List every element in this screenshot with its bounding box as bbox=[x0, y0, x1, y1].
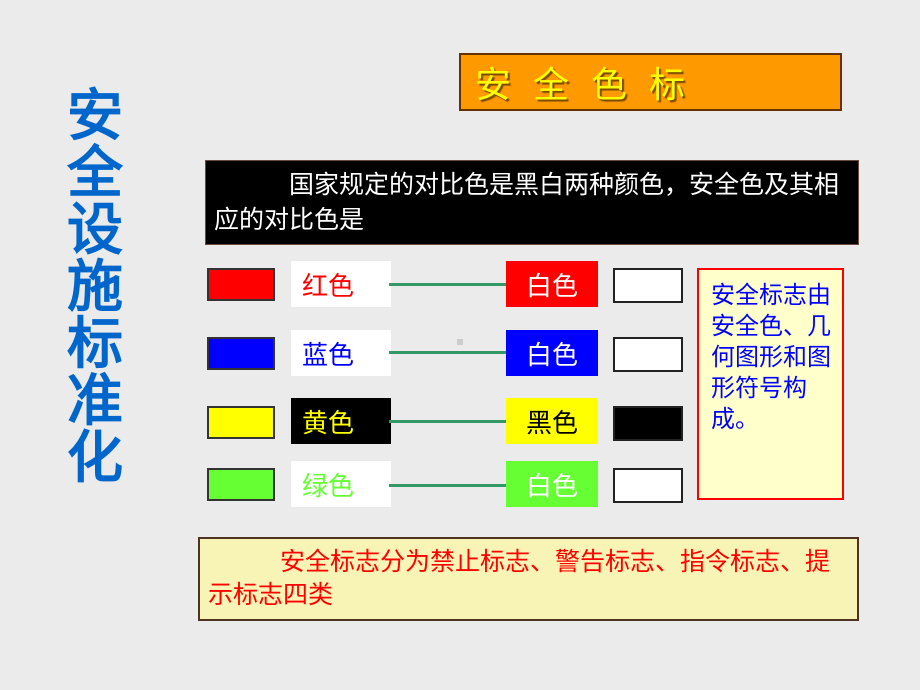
vertical-title-char: 设 bbox=[67, 198, 123, 263]
bottom-text-box: 安全标志分为禁止标志、警告标志、指令标志、提示标志四类 bbox=[198, 537, 859, 621]
safety-color-swatch bbox=[207, 406, 275, 439]
connector-line bbox=[389, 351, 506, 354]
safety-color-label: 蓝色 bbox=[291, 330, 391, 376]
intro-text-box: 国家规定的对比色是黑白两种颜色，安全色及其相应的对比色是 bbox=[205, 160, 859, 245]
contrast-color-label: 黑色 bbox=[506, 398, 598, 444]
connector-line bbox=[389, 283, 506, 286]
safety-color-label: 绿色 bbox=[291, 461, 391, 507]
vertical-title-char: 全 bbox=[67, 141, 123, 206]
contrast-color-swatch bbox=[613, 468, 683, 503]
slide-title-box: 安全色标 bbox=[459, 53, 842, 111]
contrast-color-swatch bbox=[613, 337, 683, 372]
vertical-title-char: 安 bbox=[67, 84, 123, 149]
intro-text: 国家规定的对比色是黑白两种颜色，安全色及其相应的对比色是 bbox=[214, 170, 840, 234]
connector-line bbox=[389, 420, 506, 423]
note-box: 安全标志由安全色、几何图形和图形符号构成。 bbox=[697, 268, 844, 500]
bottom-text: 安全标志分为禁止标志、警告标志、指令标志、提示标志四类 bbox=[208, 547, 831, 609]
safety-color-swatch bbox=[207, 337, 275, 370]
contrast-color-label: 白色 bbox=[506, 330, 598, 376]
safety-color-label: 红色 bbox=[291, 261, 391, 307]
contrast-color-label: 白色 bbox=[506, 461, 598, 507]
contrast-color-label: 白色 bbox=[506, 261, 598, 307]
connector-line bbox=[389, 484, 506, 487]
contrast-color-swatch bbox=[613, 268, 683, 303]
note-text: 安全标志由安全色、几何图形和图形符号构成。 bbox=[711, 281, 831, 433]
contrast-color-swatch bbox=[613, 406, 683, 441]
slide-title: 安全色标 bbox=[475, 65, 708, 106]
safety-color-swatch bbox=[207, 468, 275, 501]
safety-color-swatch bbox=[207, 268, 275, 301]
safety-color-label: 黄色 bbox=[291, 398, 391, 444]
